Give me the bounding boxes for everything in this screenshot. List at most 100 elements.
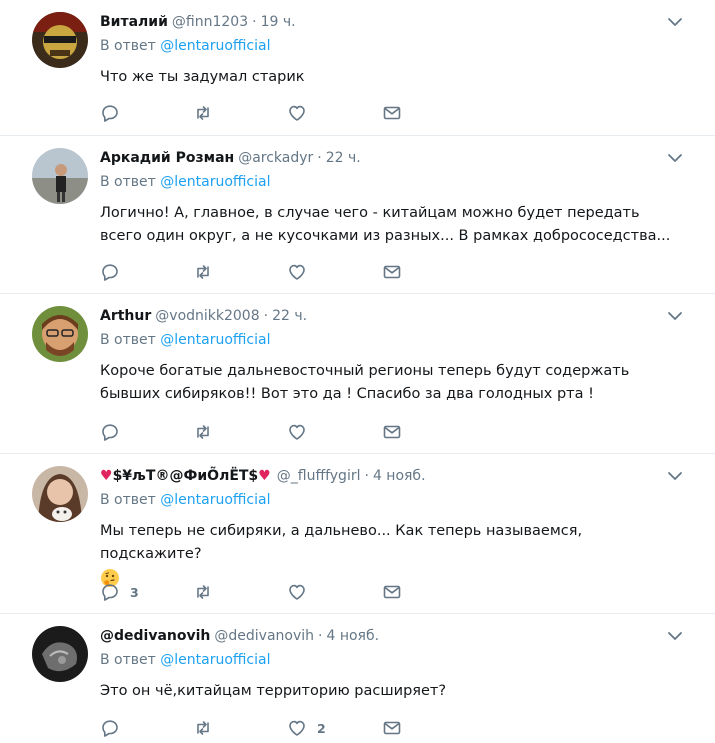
heart-icon bbox=[289, 264, 305, 280]
retweet-button[interactable] bbox=[193, 582, 213, 602]
avatar[interactable] bbox=[32, 12, 88, 68]
mention-link[interactable]: @lentaruofficial bbox=[160, 492, 270, 508]
tweet[interactable]: Аркадий Розман @arckadyr · 22 ч. В ответ… bbox=[0, 136, 715, 294]
reply-icon bbox=[102, 720, 118, 737]
tweet-text: Что же ты задумал старик bbox=[100, 69, 305, 85]
direct-message-button[interactable] bbox=[382, 103, 402, 123]
reply-context: В ответ @lentaruofficial bbox=[100, 492, 270, 508]
retweet-icon bbox=[197, 721, 209, 735]
reply-icon bbox=[102, 105, 118, 122]
retweet-button[interactable] bbox=[193, 262, 213, 282]
tweet[interactable]: ♥ $¥љТ®@ФиÕлЁТ$ ♥ @_flufffygirl · 4 нояб… bbox=[0, 454, 715, 614]
like-button[interactable] bbox=[287, 103, 317, 123]
reply-prefix: В ответ bbox=[100, 492, 156, 508]
chevron-down-icon[interactable] bbox=[667, 468, 683, 484]
timestamp[interactable]: 4 нояб. bbox=[373, 468, 426, 484]
tweet-header: @dedivanovih @dedivanovih · 4 нояб. bbox=[100, 626, 379, 646]
heart-icon bbox=[289, 720, 305, 736]
like-count: 2 bbox=[317, 720, 326, 736]
username[interactable]: @finn1203 bbox=[172, 14, 248, 30]
reply-context: В ответ @lentaruofficial bbox=[100, 174, 270, 190]
red-heart-emoji: ♥ bbox=[100, 468, 113, 484]
tweet-text: Короче богатые дальневосточный регионы т… bbox=[100, 363, 630, 402]
reply-icon bbox=[102, 584, 118, 601]
mention-link[interactable]: @lentaruofficial bbox=[160, 652, 270, 668]
direct-message-button[interactable] bbox=[382, 422, 402, 442]
separator-dot: · bbox=[317, 150, 322, 166]
reply-context: В ответ @lentaruofficial bbox=[100, 38, 270, 54]
chevron-down-icon[interactable] bbox=[667, 628, 683, 644]
tweet-text: Мы теперь не сибиряки, а дальнево... Как… bbox=[100, 523, 583, 562]
tweet-text: Логично! А, главное, в случае чего - кит… bbox=[100, 205, 671, 244]
display-name[interactable]: Аркадий Розман bbox=[100, 150, 234, 166]
reply-count: 3 bbox=[130, 584, 139, 600]
avatar[interactable] bbox=[32, 306, 88, 362]
reply-prefix: В ответ bbox=[100, 652, 156, 668]
tweet[interactable]: @dedivanovih @dedivanovih · 4 нояб. В от… bbox=[0, 614, 715, 743]
timestamp[interactable]: 19 ч. bbox=[261, 14, 296, 30]
separator-dot: · bbox=[252, 14, 257, 30]
chevron-down-icon[interactable] bbox=[667, 14, 683, 30]
separator-dot: · bbox=[364, 468, 369, 484]
reply-button[interactable] bbox=[100, 103, 130, 123]
retweet-button[interactable] bbox=[193, 718, 213, 738]
retweet-icon bbox=[197, 106, 209, 120]
mention-link[interactable]: @lentaruofficial bbox=[160, 332, 270, 348]
avatar[interactable] bbox=[32, 148, 88, 204]
chevron-down-icon[interactable] bbox=[667, 150, 683, 166]
display-name[interactable]: @dedivanovih bbox=[100, 628, 210, 644]
reply-context: В ответ @lentaruofficial bbox=[100, 332, 270, 348]
envelope-icon bbox=[383, 106, 401, 120]
envelope-icon bbox=[383, 585, 401, 599]
heart-icon bbox=[289, 584, 305, 600]
display-name[interactable]: Arthur bbox=[100, 308, 151, 324]
like-button[interactable] bbox=[287, 582, 317, 602]
envelope-icon bbox=[383, 721, 401, 735]
reply-icon bbox=[102, 264, 118, 281]
direct-message-button[interactable] bbox=[382, 262, 402, 282]
username[interactable]: @arckadyr bbox=[238, 150, 313, 166]
username[interactable]: @vodnikk2008 bbox=[155, 308, 259, 324]
tweet-header: ♥ $¥љТ®@ФиÕлЁТ$ ♥ @_flufffygirl · 4 нояб… bbox=[100, 466, 426, 486]
like-button[interactable] bbox=[287, 422, 317, 442]
display-name[interactable]: Виталий bbox=[100, 14, 168, 30]
mention-link[interactable]: @lentaruofficial bbox=[160, 174, 270, 190]
tweet-text: Это он чё,китайцам территорию расширяет? bbox=[100, 683, 447, 699]
avatar[interactable] bbox=[32, 466, 88, 522]
like-button[interactable] bbox=[287, 262, 317, 282]
timestamp[interactable]: 22 ч. bbox=[326, 150, 361, 166]
direct-message-button[interactable] bbox=[382, 582, 402, 602]
reply-prefix: В ответ bbox=[100, 174, 156, 190]
timestamp[interactable]: 22 ч. bbox=[272, 308, 307, 324]
red-heart-emoji: ♥ bbox=[258, 468, 271, 484]
separator-dot: · bbox=[263, 308, 269, 324]
like-button[interactable]: 2 bbox=[287, 718, 326, 738]
reply-button[interactable] bbox=[100, 718, 130, 738]
retweet-icon bbox=[197, 425, 209, 439]
retweet-button[interactable] bbox=[193, 422, 213, 442]
display-name[interactable]: $¥љТ®@ФиÕлЁТ$ bbox=[113, 468, 259, 484]
heart-icon bbox=[289, 424, 305, 440]
reply-button[interactable] bbox=[100, 262, 130, 282]
tweet[interactable]: Arthur @vodnikk2008 · 22 ч. В ответ @len… bbox=[0, 294, 715, 454]
username[interactable]: @dedivanovih bbox=[214, 628, 314, 644]
tweet-header: Виталий @finn1203 · 19 ч. bbox=[100, 12, 296, 32]
timestamp[interactable]: 4 нояб. bbox=[326, 628, 379, 644]
heart-icon bbox=[289, 105, 305, 121]
avatar[interactable] bbox=[32, 626, 88, 682]
direct-message-button[interactable] bbox=[382, 718, 402, 738]
reply-icon bbox=[102, 424, 118, 441]
mention-link[interactable]: @lentaruofficial bbox=[160, 38, 270, 54]
tweet[interactable]: Виталий @finn1203 · 19 ч. В ответ @lenta… bbox=[0, 0, 715, 136]
reply-prefix: В ответ bbox=[100, 332, 156, 348]
envelope-icon bbox=[383, 265, 401, 279]
chevron-down-icon[interactable] bbox=[667, 308, 683, 324]
tweet-header: Аркадий Розман @arckadyr · 22 ч. bbox=[100, 148, 361, 168]
retweet-icon bbox=[197, 265, 209, 279]
reply-prefix: В ответ bbox=[100, 38, 156, 54]
reply-button[interactable]: 3 bbox=[100, 582, 139, 602]
retweet-button[interactable] bbox=[193, 103, 213, 123]
username[interactable]: @_flufffygirl bbox=[277, 468, 361, 484]
reply-button[interactable] bbox=[100, 422, 130, 442]
separator-dot: · bbox=[318, 628, 323, 644]
